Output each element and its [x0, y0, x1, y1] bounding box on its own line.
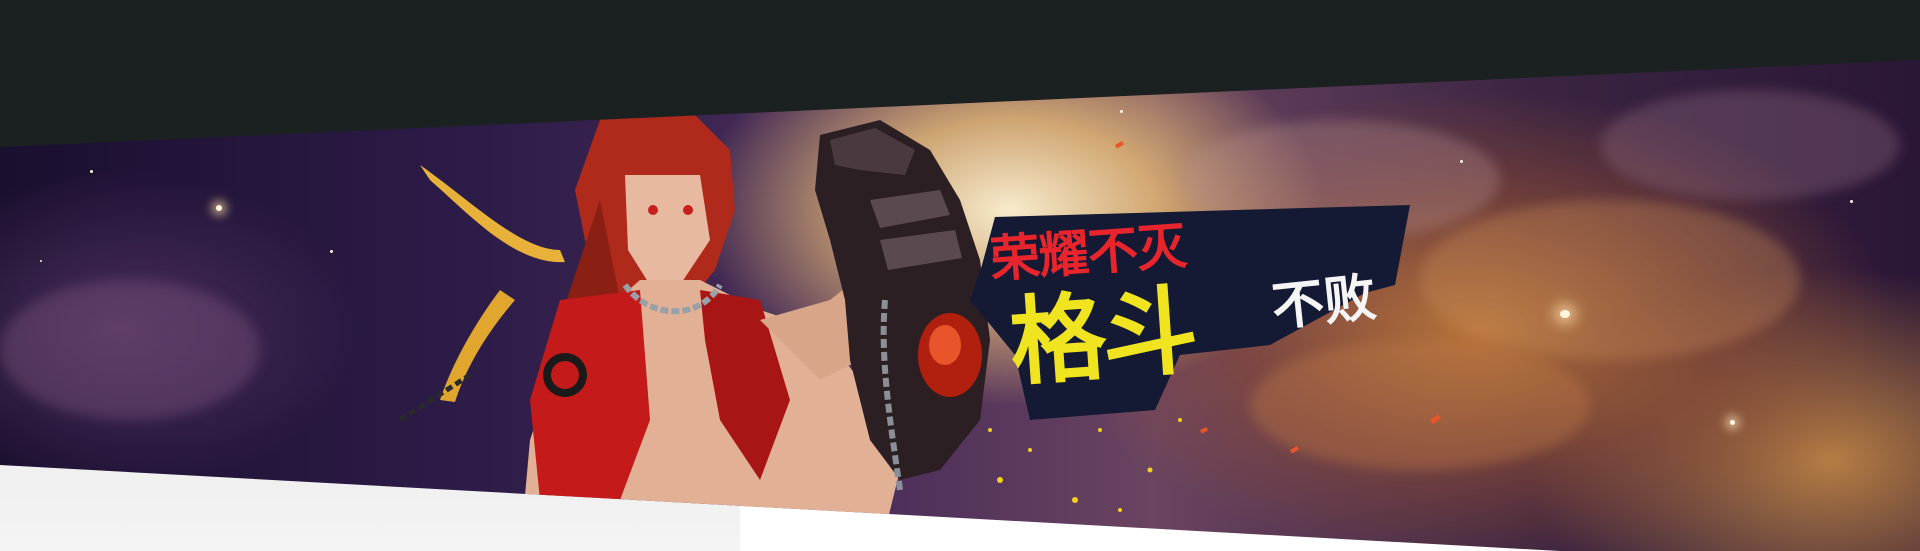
ribbon-decoration	[420, 165, 565, 263]
slogan-undying: 不灭	[1085, 217, 1188, 282]
eye-shape	[683, 205, 693, 215]
chain-decoration	[398, 372, 472, 423]
slogan-logo: 荣耀不灭 格斗 不败	[970, 205, 1420, 420]
slogan-unbeaten: 不败	[1269, 267, 1379, 339]
eye-shape	[648, 205, 658, 215]
slogan-glory: 荣耀	[988, 224, 1091, 289]
slogan-fight: 格斗	[1006, 274, 1198, 400]
